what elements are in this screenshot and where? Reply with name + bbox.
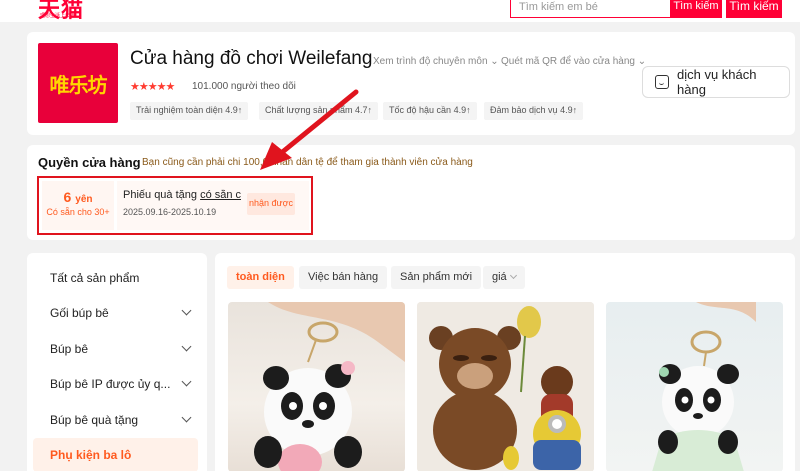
metric-service: Đảm bảo dịch vụ 4.9↑ — [484, 102, 584, 120]
metric-overall: Trải nghiệm toàn diện 4.9↑ — [130, 102, 249, 120]
metric-score: 4.7 — [355, 105, 368, 115]
tab-sales[interactable]: Việc bán hàng — [299, 266, 388, 289]
sidebar-item-dolls[interactable]: Búp bê — [33, 332, 198, 366]
coupon-name: Phiếu quà tặng có sẵn cho — [123, 189, 241, 201]
chat-icon — [655, 75, 669, 89]
sidebar-item-label: Phụ kiện ba lô — [50, 448, 132, 462]
coupon-unit: yên — [75, 194, 93, 205]
metric-label: Trải nghiệm toàn diện — [136, 105, 223, 115]
sidebar-item-label: Búp bê IP được ủy q... — [50, 377, 171, 391]
search-button[interactable]: Tìm kiếm — [670, 0, 722, 18]
search-input[interactable]: Tìm kiếm em bé — [510, 0, 670, 18]
metric-quality: Chất lượng sản phẩm 4.7↑ — [259, 102, 379, 120]
tab-new-products[interactable]: Sản phẩm mới — [391, 266, 482, 289]
customer-service-button[interactable]: dịch vụ khách hàng — [642, 66, 790, 98]
chevron-down-icon: ⌄ — [490, 56, 499, 67]
metric-label: Chất lượng sản phẩm — [265, 105, 353, 115]
store-rights-panel: Quyền cửa hàng Bạn cũng cần phải chi 100… — [27, 145, 795, 240]
chevron-down-icon — [181, 412, 192, 423]
qr-code-label: Quét mã QR để vào cửa hàng — [501, 56, 635, 67]
panda-keychain-image — [652, 302, 756, 471]
coupon-amount: 6 yên — [42, 189, 114, 205]
coupon-condition: Có sẵn cho 30+ — [46, 207, 110, 217]
coupon-amount-number: 6 — [63, 189, 72, 205]
sidebar-item-doll-pillows[interactable]: Gối búp bê — [33, 296, 198, 330]
tmall-slogan: 理想生活上天猫 — [40, 13, 76, 19]
membership-note: Bạn cũng cần phải chi 100,0 nhân dân tệ … — [142, 157, 473, 168]
arrow-up-icon: ↑ — [367, 105, 373, 115]
metric-logistics: Tốc độ hậu cần 4.9↑ — [383, 102, 477, 120]
sidebar-item-label: Búp bê — [50, 342, 89, 356]
view-expertise-link[interactable]: Xem trình độ chuyên môn ⌄ — [373, 56, 499, 67]
category-sidebar: Tất cả sản phẩm Gối búp bê Búp bê Búp bê… — [27, 253, 207, 471]
arrow-up-icon: ↑ — [572, 105, 578, 115]
search-store-button[interactable]: Tìm kiếm — [726, 0, 782, 18]
highlight-box: 6 yên Có sẵn cho 30+ Phiếu quà tặng có sẵ… — [37, 176, 313, 235]
coupon-details: Phiếu quà tặng có sẵn cho 2025.09.16-202… — [117, 181, 309, 230]
qr-code-link[interactable]: Quét mã QR để vào cửa hàng ⌄ — [501, 56, 646, 67]
store-rights-title: Quyền cửa hàng — [38, 155, 141, 170]
chevron-down-icon — [181, 341, 192, 352]
rating-stars: ★★★★★ — [130, 81, 175, 93]
sidebar-item-licensed-ip-dolls[interactable]: Búp bê IP được ủy q... — [33, 367, 198, 401]
sidebar-item-label: Gối búp bê — [50, 306, 109, 320]
arrow-up-icon: ↑ — [466, 105, 471, 115]
metric-label: Đảm bảo dịch vụ — [490, 105, 558, 115]
customer-service-label: dịch vụ khách hàng — [677, 67, 757, 97]
top-bar: 天猫 理想生活上天猫 Tìm kiếm em bé Tìm kiếm Tìm k… — [0, 0, 800, 23]
chevron-down-icon — [181, 376, 192, 387]
shop-header: 唯乐坊 Cửa hàng đồ chơi Weilefang Xem trình… — [27, 32, 795, 135]
metric-label: Tốc độ hậu cần — [389, 105, 452, 115]
chevron-down-icon — [181, 305, 192, 316]
product-card[interactable] — [417, 302, 594, 471]
coupon-value: 6 yên Có sẵn cho 30+ — [42, 181, 114, 230]
shop-logo[interactable]: 唯乐坊 — [38, 43, 118, 123]
metric-score: 4.9 — [560, 105, 573, 115]
view-expertise-label: Xem trình độ chuyên môn — [373, 56, 488, 67]
coupon-name-prefix: Phiếu quà tặng — [123, 189, 198, 201]
sidebar-item-gift-dolls[interactable]: Búp bê quà tặng — [33, 403, 198, 437]
product-listing: toàn diện Việc bán hàng Sản phẩm mới giá — [215, 253, 795, 471]
sidebar-item-label: Búp bê quà tặng — [50, 413, 139, 427]
sidebar-item-all-products[interactable]: Tất cả sản phẩm — [33, 261, 198, 295]
followers-count: 101.000 người theo dõi — [192, 81, 296, 92]
sort-caret-icon — [509, 271, 517, 280]
teddy-bear-plush-image — [417, 302, 594, 471]
metric-score: 4.9 — [453, 105, 467, 115]
sidebar-item-backpack-accessories[interactable]: Phụ kiện ba lô — [33, 438, 198, 471]
shop-name: Cửa hàng đồ chơi Weilefang — [130, 48, 373, 69]
arrow-up-icon: ↑ — [237, 105, 243, 115]
product-card[interactable] — [228, 302, 405, 471]
tab-price-label: giá — [492, 271, 507, 283]
coupon-name-link[interactable]: có sẵn cho — [200, 189, 241, 201]
tab-comprehensive[interactable]: toàn diện — [227, 266, 294, 289]
coupon-dates: 2025.09.16-2025.10.19 — [123, 207, 217, 217]
panda-plush-image — [254, 302, 405, 471]
tab-price[interactable]: giá — [483, 266, 525, 289]
claim-coupon-button[interactable]: nhận được — [247, 193, 295, 215]
product-card[interactable] — [606, 302, 783, 471]
sidebar-item-label: Tất cả sản phẩm — [50, 271, 140, 285]
chevron-down-icon: ⌄ — [637, 56, 647, 67]
metric-score: 4.9 — [225, 105, 238, 115]
